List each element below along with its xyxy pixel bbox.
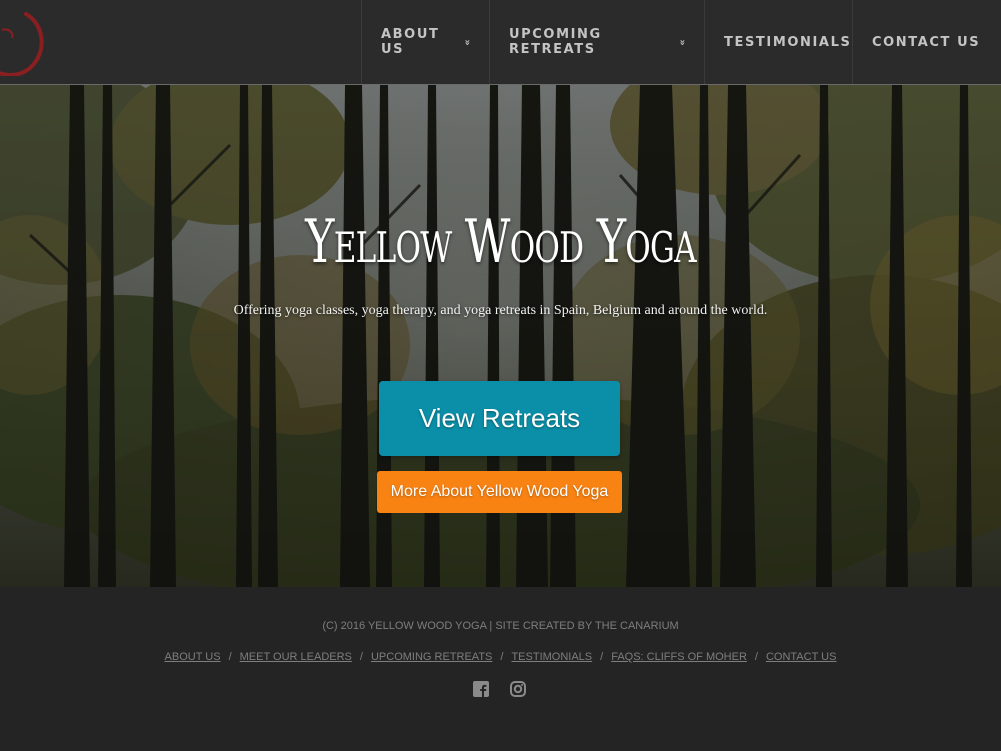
chevron-down-icon: » bbox=[461, 38, 473, 46]
chevron-down-icon: » bbox=[676, 38, 688, 46]
view-retreats-button[interactable]: View Retreats bbox=[379, 381, 620, 456]
footer-link-separator: / bbox=[359, 651, 363, 663]
footer-link-faqs[interactable]: FAQS: CLIFFS OF MOHER bbox=[611, 651, 747, 663]
footer-link-upcoming-retreats[interactable]: UPCOMING RETREATS bbox=[371, 651, 492, 663]
footer: (C) 2016 YELLOW WOOD YOGA | SITE CREATED… bbox=[0, 587, 1001, 751]
footer-links: ABOUT US / MEET OUR LEADERS / UPCOMING RETRE… bbox=[0, 651, 1001, 663]
footer-link-separator: / bbox=[754, 651, 758, 663]
nav-menu: ABOUT US » UPCOMING RETREATS » TESTIMONI… bbox=[361, 0, 1001, 84]
nav-item-about-us[interactable]: ABOUT US » bbox=[361, 0, 489, 84]
more-about-button[interactable]: More About Yellow Wood Yoga bbox=[377, 471, 622, 513]
nav-item-label: ABOUT US bbox=[381, 27, 440, 57]
copyright-text: (C) 2016 YELLOW WOOD YOGA | SITE CREATED… bbox=[322, 620, 679, 632]
footer-link-meet-our-leaders[interactable]: MEET OUR LEADERS bbox=[240, 651, 352, 663]
footer-link-separator: / bbox=[228, 651, 232, 663]
footer-link-contact-us[interactable]: CONTACT US bbox=[766, 651, 837, 663]
hero-subtitle: Offering yoga classes, yoga therapy, and… bbox=[233, 303, 768, 318]
instagram-icon[interactable] bbox=[510, 681, 526, 697]
hero-section: Yellow Wood Yoga Offering yoga classes, … bbox=[0, 85, 1001, 587]
social-icons bbox=[473, 681, 526, 697]
nav-item-label: TESTIMONIALS bbox=[724, 34, 852, 50]
hero-title: Yellow Wood Yoga bbox=[305, 207, 696, 277]
nav-item-label: UPCOMING RETREATS bbox=[509, 27, 602, 57]
nav-item-label: CONTACT US bbox=[872, 34, 981, 50]
footer-link-about-us[interactable]: ABOUT US bbox=[165, 651, 221, 663]
top-nav: ABOUT US » UPCOMING RETREATS » TESTIMONI… bbox=[0, 0, 1001, 85]
nav-item-contact-us[interactable]: CONTACT US bbox=[852, 0, 1001, 84]
footer-link-testimonials[interactable]: TESTIMONIALS bbox=[511, 651, 592, 663]
footer-link-separator: / bbox=[600, 651, 604, 663]
enso-circle-icon[interactable] bbox=[0, 8, 48, 76]
facebook-icon[interactable] bbox=[473, 681, 489, 697]
nav-item-upcoming-retreats[interactable]: UPCOMING RETREATS » bbox=[489, 0, 704, 84]
footer-link-separator: / bbox=[500, 651, 504, 663]
nav-item-testimonials[interactable]: TESTIMONIALS bbox=[704, 0, 852, 84]
